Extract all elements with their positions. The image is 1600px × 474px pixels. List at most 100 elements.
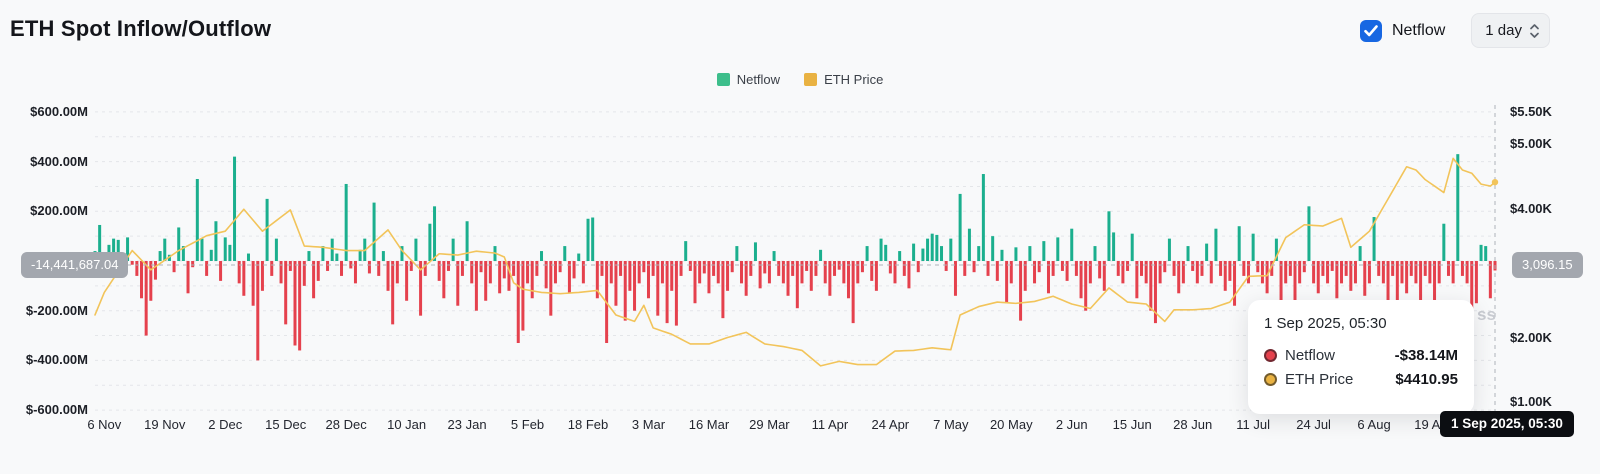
netflow-bar[interactable]: [173, 261, 176, 272]
netflow-bar[interactable]: [331, 239, 334, 261]
netflow-bar[interactable]: [931, 234, 934, 261]
netflow-bar[interactable]: [638, 261, 641, 283]
netflow-bar[interactable]: [1033, 261, 1036, 283]
netflow-bar[interactable]: [624, 261, 627, 321]
netflow-bar[interactable]: [1163, 261, 1166, 272]
netflow-bar[interactable]: [1089, 261, 1092, 283]
netflow-bar[interactable]: [312, 261, 315, 298]
netflow-bar[interactable]: [1140, 261, 1143, 276]
netflow-bar[interactable]: [898, 251, 901, 261]
netflow-bar[interactable]: [698, 261, 701, 283]
netflow-bar[interactable]: [480, 261, 483, 272]
netflow-bar[interactable]: [619, 261, 622, 276]
netflow-bar[interactable]: [861, 261, 864, 272]
netflow-bar[interactable]: [335, 254, 338, 261]
netflow-bar[interactable]: [1335, 261, 1338, 298]
netflow-bar[interactable]: [1182, 261, 1185, 283]
netflow-bar[interactable]: [1098, 261, 1101, 278]
netflow-bar[interactable]: [735, 246, 738, 261]
netflow-bar[interactable]: [1331, 261, 1334, 271]
netflow-bar[interactable]: [1363, 261, 1366, 296]
netflow-bar[interactable]: [1028, 246, 1031, 261]
netflow-bar[interactable]: [1452, 261, 1455, 283]
netflow-bar[interactable]: [498, 261, 501, 293]
netflow-bar[interactable]: [256, 261, 259, 360]
netflow-bar[interactable]: [503, 261, 506, 278]
netflow-bar[interactable]: [535, 261, 538, 276]
netflow-bar[interactable]: [196, 179, 199, 261]
netflow-bar[interactable]: [526, 261, 529, 283]
netflow-bar[interactable]: [1145, 261, 1148, 283]
netflow-bar[interactable]: [1391, 261, 1394, 276]
netflow-bar[interactable]: [926, 239, 929, 261]
netflow-bar[interactable]: [1075, 261, 1078, 276]
netflow-bar[interactable]: [145, 261, 148, 336]
netflow-bar[interactable]: [396, 261, 399, 283]
netflow-bar[interactable]: [1261, 261, 1264, 283]
netflow-bar[interactable]: [1121, 261, 1124, 283]
netflow-bar[interactable]: [354, 261, 357, 283]
netflow-bar[interactable]: [442, 261, 445, 298]
netflow-bar[interactable]: [1205, 244, 1208, 261]
netflow-bar[interactable]: [405, 261, 408, 301]
netflow-bar[interactable]: [773, 251, 776, 261]
netflow-bar[interactable]: [200, 239, 203, 261]
netflow-bar[interactable]: [1191, 261, 1194, 271]
netflow-bar[interactable]: [1447, 261, 1450, 276]
netflow-bar[interactable]: [382, 251, 385, 261]
netflow-bar[interactable]: [1410, 261, 1413, 276]
netflow-bar[interactable]: [531, 261, 534, 298]
netflow-bar[interactable]: [1480, 245, 1483, 261]
netflow-bar[interactable]: [433, 206, 436, 261]
netflow-bar[interactable]: [1070, 229, 1073, 261]
netflow-bar[interactable]: [977, 246, 980, 261]
netflow-bar[interactable]: [1317, 261, 1320, 293]
netflow-bar[interactable]: [768, 261, 771, 283]
netflow-bar[interactable]: [1461, 261, 1464, 276]
netflow-bar[interactable]: [856, 261, 859, 283]
netflow-bar[interactable]: [614, 261, 617, 306]
netflow-bar[interactable]: [935, 235, 938, 261]
netflow-bar[interactable]: [1321, 261, 1324, 276]
netflow-bar[interactable]: [675, 261, 678, 326]
netflow-bar[interactable]: [973, 261, 976, 272]
netflow-bar[interactable]: [289, 261, 292, 271]
netflow-bar[interactable]: [512, 261, 515, 276]
netflow-bar[interactable]: [424, 261, 427, 276]
netflow-bar[interactable]: [540, 251, 543, 261]
netflow-bar[interactable]: [1056, 237, 1059, 261]
netflow-bar[interactable]: [791, 261, 794, 276]
netflow-bar[interactable]: [921, 249, 924, 261]
netflow-bar[interactable]: [1210, 261, 1213, 283]
netflow-bar[interactable]: [554, 261, 557, 283]
netflow-bar[interactable]: [745, 261, 748, 296]
netflow-bar[interactable]: [1177, 261, 1180, 293]
netflow-bar[interactable]: [842, 261, 845, 283]
netflow-bar[interactable]: [484, 261, 487, 301]
netflow-bar[interactable]: [1233, 261, 1236, 306]
netflow-bar[interactable]: [987, 261, 990, 276]
netflow-bar[interactable]: [1019, 261, 1022, 321]
netflow-bar[interactable]: [954, 261, 957, 296]
netflow-bar[interactable]: [1256, 261, 1259, 272]
netflow-bar[interactable]: [582, 261, 585, 283]
netflow-bar[interactable]: [517, 261, 520, 343]
netflow-bar[interactable]: [1066, 261, 1069, 281]
netflow-bar[interactable]: [1131, 234, 1134, 261]
netflow-bar[interactable]: [963, 261, 966, 276]
netflow-bar[interactable]: [317, 261, 320, 281]
netflow-bar[interactable]: [666, 261, 669, 323]
netflow-bar[interactable]: [1382, 261, 1385, 283]
netflow-bar[interactable]: [307, 251, 310, 261]
netflow-bar[interactable]: [1466, 261, 1469, 283]
netflow-bar[interactable]: [763, 261, 766, 273]
netflow-bar[interactable]: [833, 261, 836, 276]
netflow-bar[interactable]: [1107, 211, 1110, 261]
netflow-bar[interactable]: [377, 261, 380, 276]
netflow-bar[interactable]: [1014, 247, 1017, 261]
netflow-bar[interactable]: [1428, 261, 1431, 283]
netflow-bar[interactable]: [266, 199, 269, 261]
netflow-bar[interactable]: [656, 261, 659, 316]
netflow-bar[interactable]: [1424, 261, 1427, 276]
netflow-bar[interactable]: [777, 261, 780, 276]
